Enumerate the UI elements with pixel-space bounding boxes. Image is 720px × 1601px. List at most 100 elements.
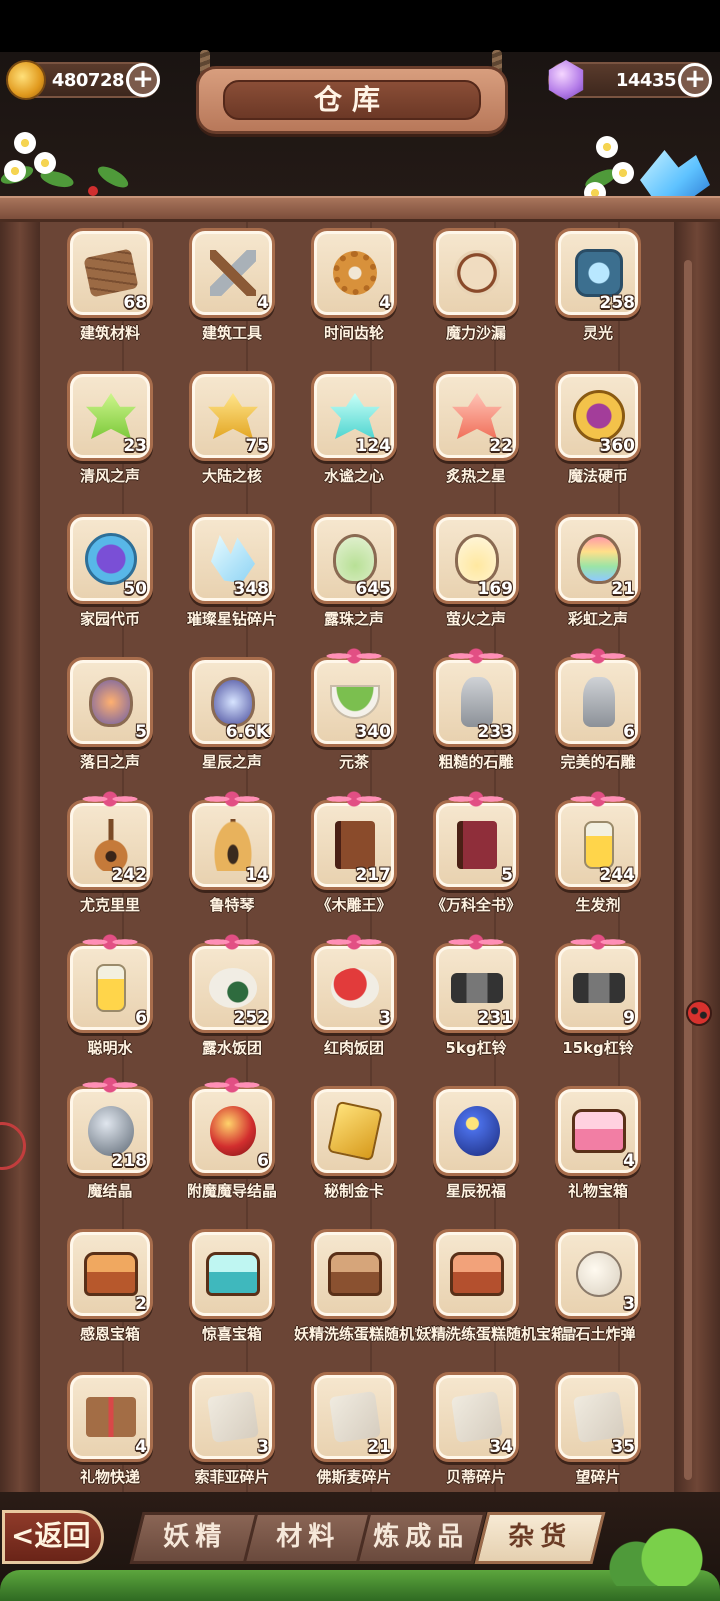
inventory-item[interactable]: 3 晶石土炸弹 <box>548 1227 658 1367</box>
item-card[interactable]: 9 <box>555 932 641 1033</box>
inventory-item[interactable]: 2 感恩宝箱 <box>60 1227 170 1367</box>
inventory-item[interactable]: 75 大陆之核 <box>182 369 292 509</box>
inventory-item[interactable]: 35 望碎片 <box>548 1370 658 1488</box>
inventory-item[interactable]: 14 鲁特琴 <box>182 789 292 938</box>
inventory-item[interactable]: 3 红肉饭团 <box>304 932 414 1081</box>
inventory-item[interactable]: 秘制金卡 <box>304 1084 414 1224</box>
scrollbar[interactable] <box>684 260 692 1480</box>
inventory-item[interactable]: 5 《万科全书》 <box>426 789 536 938</box>
item-card[interactable]: 6.6K <box>189 657 275 747</box>
item-count: 50 <box>123 579 147 599</box>
item-card[interactable] <box>433 1086 519 1176</box>
inventory-item[interactable]: 217 《木雕王》 <box>304 789 414 938</box>
item-card[interactable]: 5 <box>67 657 153 747</box>
item-card[interactable] <box>433 1229 519 1319</box>
inventory-item[interactable]: 6.6K 星辰之声 <box>182 655 292 795</box>
inventory-item[interactable]: 233 粗糙的石雕 <box>426 646 536 795</box>
item-card[interactable]: 360 <box>555 371 641 461</box>
item-card[interactable]: 14 <box>189 789 275 890</box>
inventory-item[interactable]: 645 露珠之声 <box>304 512 414 652</box>
item-card[interactable]: 252 <box>189 932 275 1033</box>
item-card[interactable]: 6 <box>555 646 641 747</box>
item-card[interactable]: 258 <box>555 228 641 318</box>
item-card[interactable]: 75 <box>189 371 275 461</box>
inventory-item[interactable]: 6 附魔魔导结晶 <box>182 1075 292 1224</box>
inventory-item[interactable]: 169 萤火之声 <box>426 512 536 652</box>
inventory-item[interactable]: 3 索菲亚碎片 <box>182 1370 292 1488</box>
item-card[interactable]: 6 <box>67 932 153 1033</box>
tab-materials[interactable]: 材料 <box>242 1512 374 1564</box>
inventory-item[interactable]: 4 礼物宝箱 <box>548 1084 658 1224</box>
item-card[interactable]: 3 <box>555 1229 641 1319</box>
item-card[interactable] <box>311 1086 397 1176</box>
item-card[interactable]: 348 <box>189 514 275 604</box>
item-card[interactable]: 23 <box>67 371 153 461</box>
add-gold-button[interactable]: + <box>126 63 160 97</box>
back-button[interactable]: <返回 <box>2 1510 104 1564</box>
inventory-item[interactable]: 妖精洗练蛋糕随机宝箱A <box>294 1227 456 1367</box>
inventory-item[interactable]: 50 家园代币 <box>60 512 170 652</box>
inventory-item[interactable]: 6 完美的石雕 <box>548 646 658 795</box>
inventory-item[interactable]: 惊喜宝箱 <box>182 1227 292 1367</box>
item-card[interactable]: 169 <box>433 514 519 604</box>
item-card[interactable]: 4 <box>311 228 397 318</box>
add-gem-button[interactable]: + <box>678 63 712 97</box>
inventory-item[interactable]: 4 建筑工具 <box>182 226 292 366</box>
item-card[interactable]: 3 <box>189 1372 275 1462</box>
inventory-item[interactable]: 21 彩虹之声 <box>548 512 658 652</box>
item-card[interactable]: 3 <box>311 932 397 1033</box>
item-card[interactable]: 21 <box>311 1372 397 1462</box>
item-card[interactable]: 645 <box>311 514 397 604</box>
tab-fairy[interactable]: 妖精 <box>129 1512 261 1564</box>
tab-crafted[interactable]: 炼成品 <box>355 1512 487 1564</box>
item-card[interactable]: 218 <box>67 1075 153 1176</box>
inventory-item[interactable]: 22 炙热之星 <box>426 369 536 509</box>
item-card[interactable]: 2 <box>67 1229 153 1319</box>
item-card[interactable]: 340 <box>311 646 397 747</box>
item-card[interactable]: 22 <box>433 371 519 461</box>
inventory-item[interactable]: 5 落日之声 <box>60 655 170 795</box>
inventory-item[interactable]: 124 水谧之心 <box>304 369 414 509</box>
item-card[interactable] <box>189 1229 275 1319</box>
inventory-item[interactable]: 星辰祝福 <box>426 1084 536 1224</box>
inventory-item[interactable]: 9 15kg杠铃 <box>548 932 658 1081</box>
inventory-item[interactable]: 252 露水饭团 <box>182 932 292 1081</box>
inventory-item[interactable]: 68 建筑材料 <box>60 226 170 366</box>
inventory-item[interactable]: 231 5kg杠铃 <box>426 932 536 1081</box>
item-card[interactable]: 242 <box>67 789 153 890</box>
inventory-item[interactable]: 6 聪明水 <box>60 932 170 1081</box>
item-card[interactable]: 50 <box>67 514 153 604</box>
item-card[interactable]: 6 <box>189 1075 275 1176</box>
inventory-item[interactable]: 340 元茶 <box>304 646 414 795</box>
inventory-item[interactable]: 23 清风之声 <box>60 369 170 509</box>
item-card[interactable]: 5 <box>433 789 519 890</box>
inventory-item[interactable]: 360 魔法硬币 <box>548 369 658 509</box>
item-card[interactable]: 124 <box>311 371 397 461</box>
item-card[interactable]: 4 <box>189 228 275 318</box>
inventory-item[interactable]: 21 佛斯麦碎片 <box>304 1370 414 1488</box>
inventory-item[interactable]: 4 时间齿轮 <box>304 226 414 366</box>
inventory-item[interactable]: 218 魔结晶 <box>60 1075 170 1224</box>
item-card[interactable] <box>311 1229 397 1319</box>
item-card[interactable]: 21 <box>555 514 641 604</box>
tab-misc[interactable]: 杂货 <box>474 1512 606 1564</box>
item-card[interactable]: 34 <box>433 1372 519 1462</box>
inventory-item[interactable]: 4 礼物快递 <box>60 1370 170 1488</box>
inventory-item[interactable]: 348 璀璨星钻碎片 <box>182 512 292 652</box>
item-name: 元茶 <box>338 753 369 771</box>
item-card[interactable]: 244 <box>555 789 641 890</box>
item-card[interactable]: 4 <box>555 1086 641 1176</box>
inventory-item[interactable]: 妖精洗练蛋糕随机宝箱B <box>416 1227 577 1367</box>
item-card[interactable]: 217 <box>311 789 397 890</box>
inventory-item[interactable]: 魔力沙漏 <box>426 226 536 366</box>
item-card[interactable]: 35 <box>555 1372 641 1462</box>
inventory-item[interactable]: 258 灵光 <box>548 226 658 366</box>
item-card[interactable]: 4 <box>67 1372 153 1462</box>
inventory-item[interactable]: 242 尤克里里 <box>60 789 170 938</box>
item-card[interactable]: 68 <box>67 228 153 318</box>
item-card[interactable] <box>433 228 519 318</box>
item-card[interactable]: 233 <box>433 646 519 747</box>
item-card[interactable]: 231 <box>433 932 519 1033</box>
inventory-item[interactable]: 244 生发剂 <box>548 789 658 938</box>
inventory-item[interactable]: 34 贝蒂碎片 <box>426 1370 536 1488</box>
